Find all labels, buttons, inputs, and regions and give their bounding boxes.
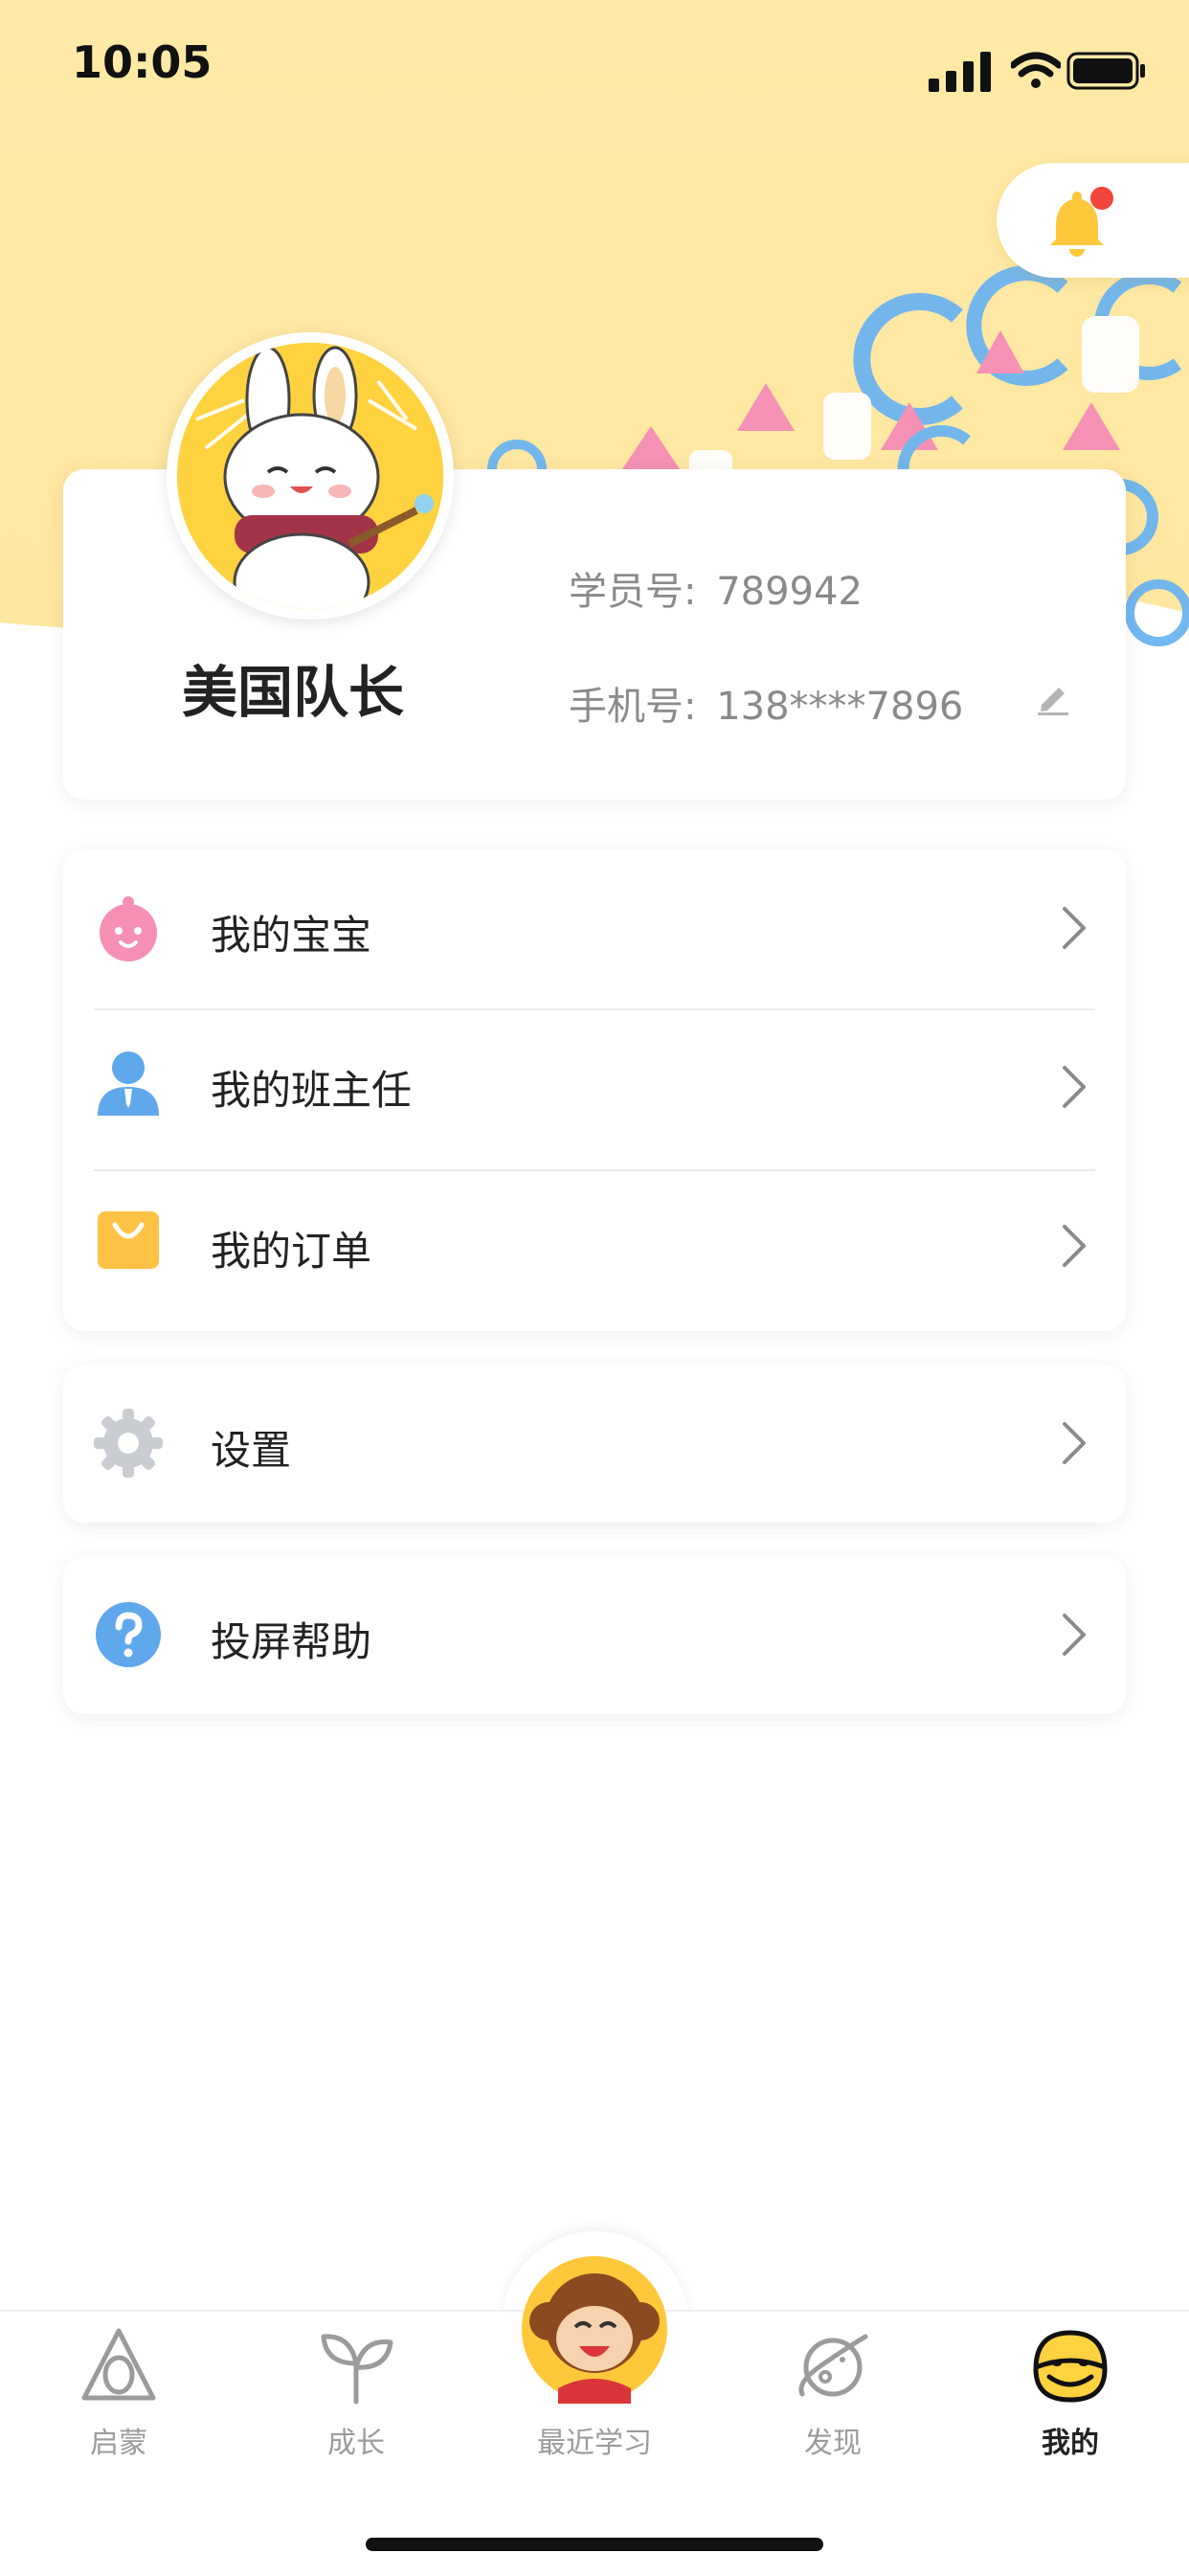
phone-label: 手机号: <box>569 685 697 729</box>
student-id-label: 学员号: <box>569 570 697 614</box>
wifi-icon <box>1009 52 1063 94</box>
chevron-right-icon <box>1059 1223 1088 1269</box>
menu-item-settings[interactable]: 设置 <box>63 1365 1126 1523</box>
menu-label-my-baby: 我的宝宝 <box>211 912 372 959</box>
gear-icon <box>94 1409 163 1478</box>
battery-icon <box>1066 52 1147 94</box>
teacher-icon <box>94 1049 163 1118</box>
menu-group-settings: 设置 <box>63 1365 1126 1523</box>
tab-discover[interactable]: 发现 <box>737 2312 929 2503</box>
rabbit-avatar-illustration <box>177 343 443 609</box>
baby-icon <box>94 894 163 963</box>
menu-item-my-orders[interactable]: 我的订单 <box>63 1171 1126 1329</box>
menu-item-my-baby[interactable]: 我的宝宝 <box>63 849 1126 1007</box>
avatar[interactable] <box>167 332 454 620</box>
bottom-tab-bar: 启蒙 成长 最近学习 发现 我的 <box>0 2256 1189 2576</box>
tab-recent-learning[interactable]: 最近学习 <box>499 2256 690 2503</box>
chevron-right-icon <box>1059 905 1088 951</box>
menu-group-help: 投屏帮助 <box>63 1556 1126 1714</box>
student-id-row: 学员号: 789942 <box>569 560 863 616</box>
tab-enlightenment[interactable]: 启蒙 <box>23 2312 214 2503</box>
menu-label-settings: 设置 <box>211 1427 292 1474</box>
egg-icon <box>79 2325 159 2409</box>
tab-label-enlightenment: 启蒙 <box>90 2427 147 2460</box>
menu-label-screencast-help: 投屏帮助 <box>211 1618 372 1665</box>
tab-label-mine: 我的 <box>1042 2427 1099 2460</box>
menu-item-my-teacher[interactable]: 我的班主任 <box>63 1010 1126 1168</box>
status-time: 10:05 <box>72 36 213 88</box>
home-indicator <box>366 2538 823 2551</box>
signal-icon <box>929 50 994 96</box>
menu-label-my-teacher: 我的班主任 <box>211 1067 413 1114</box>
notification-button[interactable] <box>997 163 1189 278</box>
menu-group-account: 我的宝宝 我的班主任 我的订单 <box>63 849 1126 1331</box>
pencil-icon <box>1038 688 1068 715</box>
phone-row: 手机号: 138****7896 <box>569 675 963 731</box>
tab-mine[interactable]: 我的 <box>975 2312 1166 2503</box>
tab-label-growth: 成长 <box>327 2427 385 2460</box>
menu-label-my-orders: 我的订单 <box>211 1228 372 1275</box>
tab-label-discover: 发现 <box>804 2427 862 2460</box>
notification-dot <box>1090 187 1113 210</box>
sprout-icon <box>316 2325 396 2409</box>
tab-growth[interactable]: 成长 <box>260 2312 452 2503</box>
face-icon <box>1028 2325 1112 2409</box>
phone-value: 138****7896 <box>716 685 964 729</box>
chevron-right-icon <box>1059 1612 1088 1658</box>
chevron-right-icon <box>1059 1064 1088 1110</box>
student-id-value: 789942 <box>716 570 863 614</box>
help-icon <box>94 1600 163 1669</box>
tab-label-recent-learning: 最近学习 <box>537 2427 652 2460</box>
edit-phone-button[interactable] <box>1034 678 1072 720</box>
planet-icon <box>793 2325 873 2409</box>
user-name: 美国队长 <box>182 660 405 725</box>
chevron-right-icon <box>1059 1420 1088 1466</box>
bell-icon <box>1039 184 1115 264</box>
shopping-bag-icon <box>94 1206 163 1275</box>
menu-item-screencast-help[interactable]: 投屏帮助 <box>63 1556 1126 1714</box>
monkey-icon <box>520 2254 669 2407</box>
